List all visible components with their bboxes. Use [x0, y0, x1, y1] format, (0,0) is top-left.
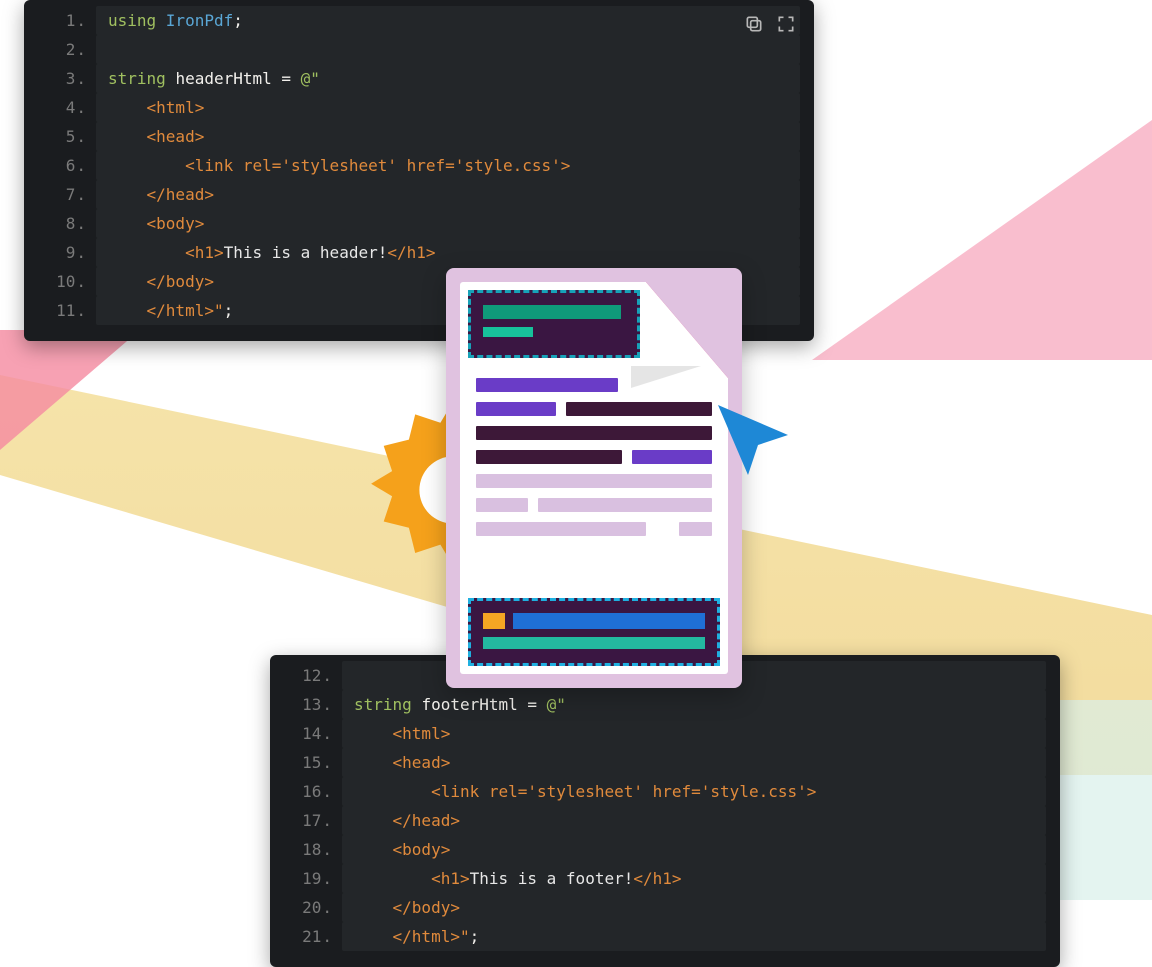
- line-number: 6: [24, 151, 96, 180]
- code-content: </body>: [342, 893, 1046, 922]
- code-content: <body>: [342, 835, 1046, 864]
- cursor-icon: [698, 390, 808, 494]
- line-number: 9: [24, 238, 96, 267]
- code-content: </html>";: [342, 922, 1046, 951]
- code-content: <h1>This is a header!</h1>: [96, 238, 800, 267]
- code-content: <h1>This is a footer!</h1>: [342, 864, 1046, 893]
- code-content: <html>: [342, 719, 1046, 748]
- bg-pink-shape-left: [0, 330, 140, 450]
- code-content: <head>: [96, 122, 800, 151]
- code-line: 13string footerHtml = @": [270, 690, 1060, 719]
- code-line: 6 <link rel='stylesheet' href='style.css…: [24, 151, 814, 180]
- expand-icon[interactable]: [776, 14, 796, 34]
- line-number: 1: [24, 6, 96, 35]
- code-content: <link rel='stylesheet' href='style.css'>: [342, 777, 1046, 806]
- code-line: 18 <body>: [270, 835, 1060, 864]
- line-number: 7: [24, 180, 96, 209]
- line-number: 3: [24, 64, 96, 93]
- line-number: 13: [270, 690, 342, 719]
- line-number: 10: [24, 267, 96, 296]
- line-number: 8: [24, 209, 96, 238]
- line-number: 20: [270, 893, 342, 922]
- code-line: 17 </head>: [270, 806, 1060, 835]
- copy-icon[interactable]: [744, 14, 764, 34]
- code-line: 16 <link rel='stylesheet' href='style.cs…: [270, 777, 1060, 806]
- code-lines-footer: 1213string footerHtml = @"14 <html>15 <h…: [270, 655, 1060, 967]
- code-block-footer: 1213string footerHtml = @"14 <html>15 <h…: [270, 655, 1060, 967]
- code-content: string footerHtml = @": [342, 690, 1046, 719]
- code-content: <html>: [96, 93, 800, 122]
- code-line: 19 <h1>This is a footer!</h1>: [270, 864, 1060, 893]
- code-content: <head>: [342, 748, 1046, 777]
- code-line: 3string headerHtml = @": [24, 64, 814, 93]
- doc-body-lines: [476, 378, 712, 546]
- line-number: 11: [24, 296, 96, 325]
- line-number: 17: [270, 806, 342, 835]
- code-line: 2: [24, 35, 814, 64]
- code-line: 7 </head>: [24, 180, 814, 209]
- code-content: [96, 35, 800, 64]
- code-line: 1using IronPdf;: [24, 6, 814, 35]
- code-line: 9 <h1>This is a header!</h1>: [24, 238, 814, 267]
- code-line: 20 </body>: [270, 893, 1060, 922]
- line-number: 4: [24, 93, 96, 122]
- line-number: 16: [270, 777, 342, 806]
- code-line: 4 <html>: [24, 93, 814, 122]
- code-content: string headerHtml = @": [96, 64, 800, 93]
- line-number: 5: [24, 122, 96, 151]
- line-number: 19: [270, 864, 342, 893]
- doc-footer-selection: [468, 598, 720, 666]
- code-content: using IronPdf;: [96, 6, 800, 35]
- code-line: 8 <body>: [24, 209, 814, 238]
- doc-header-selection: [468, 290, 640, 358]
- code-content: </head>: [342, 806, 1046, 835]
- code-line: 5 <head>: [24, 122, 814, 151]
- line-number: 18: [270, 835, 342, 864]
- code-line: 15 <head>: [270, 748, 1060, 777]
- line-number: 12: [270, 661, 342, 690]
- bg-pink-shape: [812, 120, 1152, 360]
- code-content: <body>: [96, 209, 800, 238]
- code-content: <link rel='stylesheet' href='style.css'>: [96, 151, 800, 180]
- code-content: </head>: [96, 180, 800, 209]
- code-line: 21 </html>";: [270, 922, 1060, 951]
- line-number: 2: [24, 35, 96, 64]
- line-number: 21: [270, 922, 342, 951]
- code-line: 14 <html>: [270, 719, 1060, 748]
- line-number: 15: [270, 748, 342, 777]
- line-number: 14: [270, 719, 342, 748]
